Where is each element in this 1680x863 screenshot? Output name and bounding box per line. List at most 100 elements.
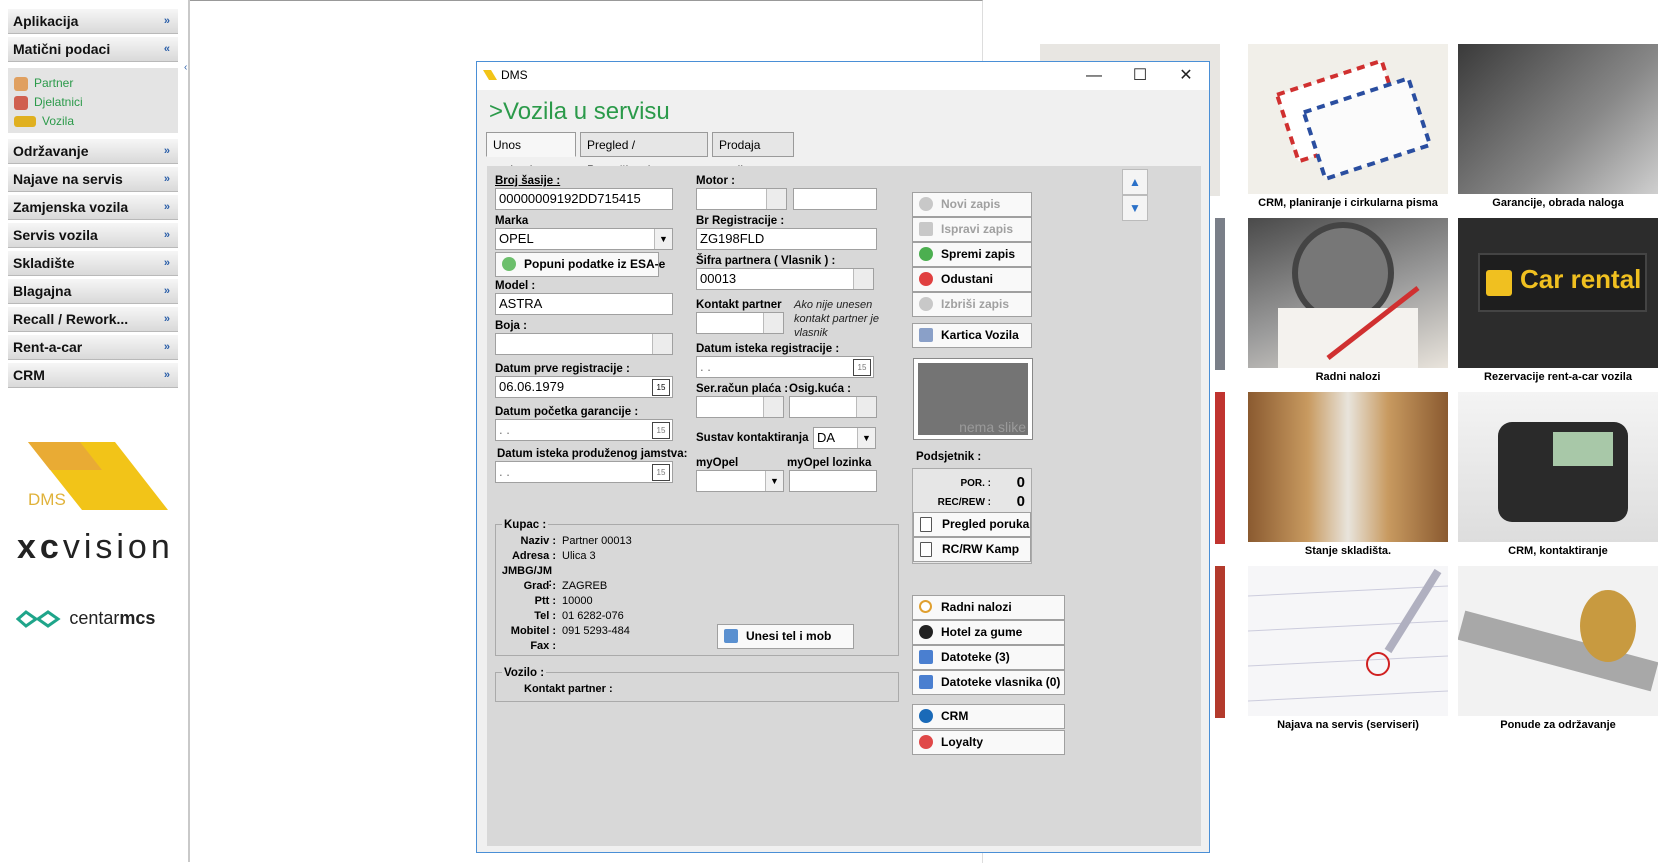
datoteke-vlasnika-button[interactable]: Datoteke vlasnika (0) [912,670,1065,695]
myopel-label: myOpel [696,457,739,469]
boja-input[interactable] [495,333,673,355]
menu-recall-rework[interactable]: Recall / Rework...» [8,307,178,332]
motor-input[interactable] [696,188,787,210]
tile-garancije[interactable]: Garancije, obrada naloga [1458,44,1658,214]
vozilo-title: Vozilo : [502,667,547,679]
menu-odrzavanje[interactable]: Održavanje» [8,139,178,164]
ispravi-zapis-button[interactable]: Ispravi zapis [912,217,1032,242]
motor-secondary-input[interactable] [793,188,877,210]
model-input[interactable]: ASTRA [495,293,673,315]
menu-skladiste[interactable]: Skladište» [8,251,178,276]
calendar-icon[interactable]: 15 [853,359,871,376]
tile-partial-2 [1215,218,1225,370]
lookup-button[interactable] [763,313,783,333]
ser-racun-placa-input[interactable] [696,396,784,418]
datum-isteka-reg-input[interactable]: . . 15 [696,356,874,378]
kupac-adresa-label: Adresa : [511,550,556,562]
sifra-partnera-input[interactable]: 00013 [696,268,874,290]
menu-aplikacija[interactable]: Aplikacija» [8,9,178,34]
menu-crm[interactable]: CRM» [8,363,178,388]
submenu-partner[interactable]: Partner [14,74,73,92]
broj-sasije-label: Broj šasije : [495,175,561,187]
hotel-za-gume-button[interactable]: Hotel za gume [912,620,1065,645]
radni-nalozi-button[interactable]: Radni nalozi [912,595,1065,620]
tab-unos-podataka[interactable]: Unos podataka [486,132,576,177]
spremi-zapis-button[interactable]: Spremi zapis [912,242,1032,267]
osig-kuca-label: Osig.kuća : [789,383,851,395]
scroll-down-button[interactable]: ▼ [1122,195,1148,221]
car-icon [14,116,36,128]
datum-prve-reg-input[interactable]: 06.06.1979 15 [495,376,673,398]
kartica-vozila-button[interactable]: Kartica Vozila [912,323,1032,348]
myopel-select[interactable]: ▼ [696,470,784,492]
osig-kuca-input[interactable] [789,396,877,418]
vehicle-photo-placeholder: nema slike [918,363,1028,435]
nema-slike-text: nema slike [959,419,1026,435]
crm-button[interactable]: CRM [912,704,1065,729]
menu-maticni-podaci[interactable]: Matični podaci « [8,37,178,62]
datum-isteka-jamstva-input[interactable]: . . 15 [495,461,673,483]
chevron-down-icon: » [163,229,170,241]
collapse-sidebar-icon[interactable]: ‹ [184,62,187,73]
tile-stanje-skladista[interactable]: Stanje skladišta. [1248,392,1448,562]
datum-isteka-reg-label: Datum isteka registracije : [696,343,840,355]
close-button[interactable]: ✕ [1163,62,1209,90]
novi-zapis-button[interactable]: Novi zapis [912,192,1032,217]
tile-caption: Ponude za održavanje [1500,719,1616,731]
kupac-fax-label: Fax : [530,640,556,652]
tile-radni-nalozi[interactable]: Radni nalozi [1248,218,1448,388]
menu-servis-vozila[interactable]: Servis vozila» [8,223,178,248]
chevron-down-icon: » [163,369,170,381]
submenu-djelatnici[interactable]: Djelatnici [14,93,83,111]
unesi-tel-mob-button[interactable]: Unesi tel i mob [717,624,854,649]
kontakt-partner-note: Ako nije unesen kontakt partner je vlasn… [794,299,879,339]
lookup-button[interactable] [853,269,873,289]
kontakt-partner-input[interactable] [696,312,784,334]
car-rental-sign-text: Car rental [1520,264,1642,294]
menu-rent-a-car[interactable]: Rent-a-car» [8,335,178,360]
datoteke-button[interactable]: Datoteke (3) [912,645,1065,670]
marka-select[interactable]: OPEL ▼ [495,228,673,250]
datum-pocetka-garancije-input[interactable]: . . 15 [495,419,673,441]
tile-crm-kontaktiranje[interactable]: CRM, kontaktiranje [1458,392,1658,562]
br-registracije-input[interactable]: ZG198FLD [696,228,877,250]
lookup-button[interactable] [652,334,672,354]
por-label: POR. : [960,478,991,489]
popuni-esa-button[interactable]: Popuni podatke iz ESA-e [495,252,665,277]
tile-najava-na-servis[interactable]: Najava na servis (serviseri) [1248,566,1448,736]
loyalty-button[interactable]: Loyalty [912,730,1065,755]
menu-najave-na-servis[interactable]: Najave na servis» [8,167,178,192]
odustani-button[interactable]: Odustani [912,267,1032,292]
calendar-icon[interactable]: 15 [652,379,670,396]
tab-pregled-pretrazivanje[interactable]: Pregled / Pretraživanje [580,132,708,177]
lookup-button[interactable] [856,397,876,417]
submenu-vozila[interactable]: Vozila [14,112,74,130]
pregled-poruka-button[interactable]: Pregled poruka [913,512,1031,537]
tile-caption: CRM, planiranje i cirkularna pisma [1258,197,1438,209]
sustav-kontaktiranja-select[interactable]: DA ▼ [813,427,876,449]
brake-disc-image [1248,218,1448,368]
lookup-button[interactable] [766,189,786,209]
myopel-lozinka-input[interactable] [789,470,877,492]
kupac-mobitel-label: Mobitel : [510,625,556,637]
tab-prodaja-vozila[interactable]: Prodaja vozila [712,132,794,177]
datum-pocetka-garancije-value: . . [499,422,510,437]
rc-rw-kamp-button[interactable]: RC/RW Kamp [913,537,1031,562]
kupac-group: Kupac : Naziv : Partner 00013 Adresa : U… [495,519,899,656]
crm-icon [919,709,933,723]
tile-ponude-za-odrzavanje[interactable]: Ponude za održavanje [1458,566,1658,736]
broj-sasije-input[interactable]: 00000009192DD715415 [495,188,673,210]
tile-rent-a-car[interactable]: Car rental Rezervacije rent-a-car vozila [1458,218,1658,388]
minimize-button[interactable]: — [1071,62,1117,90]
calendar-icon[interactable]: 15 [652,422,670,439]
vehicle-photo-frame[interactable]: nema slike [913,358,1033,440]
calendar-icon[interactable]: 15 [652,464,670,481]
menu-zamjenska-vozila[interactable]: Zamjenska vozila» [8,195,178,220]
maximize-button[interactable]: ☐ [1117,62,1163,90]
izbrisi-zapis-button[interactable]: Izbriši zapis [912,292,1032,317]
tile-crm-planiranje[interactable]: CRM, planiranje i cirkularna pisma [1248,44,1448,214]
scroll-up-button[interactable]: ▲ [1122,169,1148,195]
menu-blagajna[interactable]: Blagajna» [8,279,178,304]
window-titlebar[interactable]: DMS — ☐ ✕ [477,62,1209,90]
lookup-button[interactable] [763,397,783,417]
